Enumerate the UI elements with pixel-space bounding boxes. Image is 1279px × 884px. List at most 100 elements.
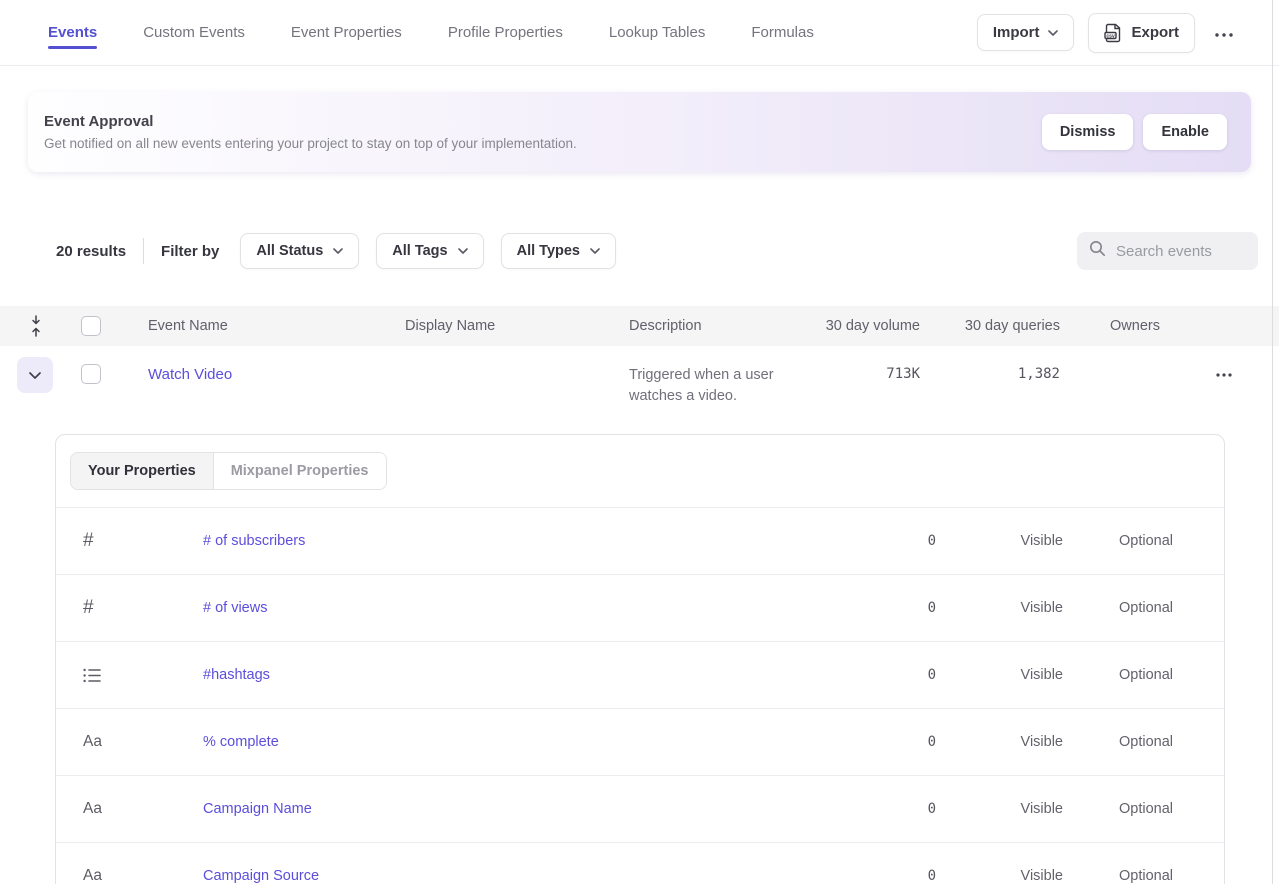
results-count: 20 results [56,243,126,260]
banner-text: Event Approval Get notified on all new e… [44,113,577,151]
property-name-link[interactable]: #hashtags [148,667,848,683]
tags-filter-dropdown[interactable]: All Tags [376,233,483,269]
property-visibility: Visible [936,533,1063,549]
nav-tabs: Events Custom Events Event Properties Pr… [48,0,814,65]
text-icon: Aa [56,867,148,884]
property-visibility: Visible [936,600,1063,616]
nav-actions: Import csv Export [977,13,1239,53]
status-filter-dropdown[interactable]: All Status [240,233,359,269]
import-button-label: Import [993,24,1040,41]
row-actions-cell [1189,346,1279,388]
enable-button[interactable]: Enable [1143,114,1227,150]
property-name-link[interactable]: # of subscribers [148,533,848,549]
top-navigation: Events Custom Events Event Properties Pr… [0,0,1279,66]
search-input[interactable] [1116,243,1246,260]
table-header-row: Event Name Display Name Description 30 d… [0,306,1279,346]
row-more-menu-button[interactable] [1209,358,1239,388]
row-select-cell [72,346,130,384]
ellipsis-icon [1216,364,1232,382]
more-menu-button[interactable] [1209,18,1239,48]
text-icon: Aa [56,800,148,818]
column-30-day-queries[interactable]: 30 day queries [920,318,1060,334]
tab-lookup-tables[interactable]: Lookup Tables [609,0,705,65]
tab-formulas[interactable]: Formulas [751,0,814,65]
property-name-link[interactable]: % complete [148,734,848,750]
text-glyph: Aa [83,867,102,884]
select-all-checkbox[interactable] [81,316,101,336]
property-count: 0 [848,734,936,750]
search-events-box[interactable] [1077,232,1258,270]
volume-cell: 713K [803,346,920,382]
property-count: 0 [848,667,936,683]
event-name-link[interactable]: Watch Video [130,346,387,383]
property-row: Aa Campaign Name 0 Visible Optional [56,776,1224,843]
collapse-row-button[interactable] [17,357,53,393]
property-row: #hashtags 0 Visible Optional [56,642,1224,709]
csv-file-icon: csv [1104,23,1122,43]
list-icon [56,668,148,683]
tab-your-properties[interactable]: Your Properties [71,453,213,489]
property-visibility: Visible [936,734,1063,750]
text-glyph: Aa [83,800,102,818]
text-glyph: Aa [83,733,102,751]
number-glyph: # [83,530,94,552]
property-visibility: Visible [936,868,1063,884]
property-requirement: Optional [1063,600,1173,616]
lexicon-events-page: Events Custom Events Event Properties Pr… [0,0,1279,884]
column-display-name[interactable]: Display Name [387,318,611,334]
property-visibility: Visible [936,801,1063,817]
column-30-day-volume[interactable]: 30 day volume [803,318,920,334]
event-approval-banner: Event Approval Get notified on all new e… [28,92,1251,172]
property-count: 0 [848,868,936,884]
property-requirement: Optional [1063,667,1173,683]
property-count: 0 [848,600,936,616]
divider [143,238,144,264]
column-owners[interactable]: Owners [1060,318,1189,334]
tab-events[interactable]: Events [48,0,97,65]
properties-tabbar: Your Properties Mixpanel Properties [56,435,1224,508]
property-count: 0 [848,533,936,549]
tags-filter-value: All Tags [392,243,447,259]
tab-custom-events[interactable]: Custom Events [143,0,245,65]
ellipsis-icon [1215,24,1233,42]
export-button[interactable]: csv Export [1088,13,1195,53]
property-visibility: Visible [936,667,1063,683]
banner-title: Event Approval [44,113,577,130]
number-icon: # [56,530,148,552]
queries-cell: 1,382 [920,346,1060,382]
properties-tab-switcher: Your Properties Mixpanel Properties [70,452,387,490]
svg-text:csv: csv [1107,33,1116,39]
property-requirement: Optional [1063,533,1173,549]
number-icon: # [56,597,148,619]
tab-mixpanel-properties[interactable]: Mixpanel Properties [213,453,386,489]
row-checkbox[interactable] [81,364,101,384]
expander-cell [0,346,72,393]
types-filter-dropdown[interactable]: All Types [501,233,616,269]
dismiss-button[interactable]: Dismiss [1042,114,1134,150]
tab-event-properties[interactable]: Event Properties [291,0,402,65]
import-button[interactable]: Import [977,14,1075,51]
filter-by-label: Filter by [161,243,219,260]
chevron-down-icon [590,248,600,254]
table-row: Watch Video Triggered when a user watche… [0,346,1279,416]
property-name-link[interactable]: Campaign Source [148,868,848,884]
column-event-name[interactable]: Event Name [130,318,387,334]
chevron-down-icon [333,248,343,254]
status-filter-value: All Status [256,243,323,259]
property-row: # # of subscribers 0 Visible Optional [56,508,1224,575]
property-name-link[interactable]: # of views [148,600,848,616]
property-name-link[interactable]: Campaign Name [148,801,848,817]
tab-profile-properties[interactable]: Profile Properties [448,0,563,65]
property-requirement: Optional [1063,801,1173,817]
property-row: # # of views 0 Visible Optional [56,575,1224,642]
scrollbar-track[interactable] [1272,0,1273,884]
description-cell: Triggered when a user watches a video. [611,346,783,407]
events-table: Event Name Display Name Description 30 d… [0,306,1279,416]
column-description[interactable]: Description [611,318,803,334]
chevron-down-icon [458,248,468,254]
filter-bar: 20 results Filter by All Status All Tags… [56,232,1258,270]
property-row: Aa % complete 0 Visible Optional [56,709,1224,776]
event-properties-panel: Your Properties Mixpanel Properties # # … [55,434,1225,884]
export-button-label: Export [1131,24,1179,41]
collapse-all-icon[interactable] [0,315,72,337]
